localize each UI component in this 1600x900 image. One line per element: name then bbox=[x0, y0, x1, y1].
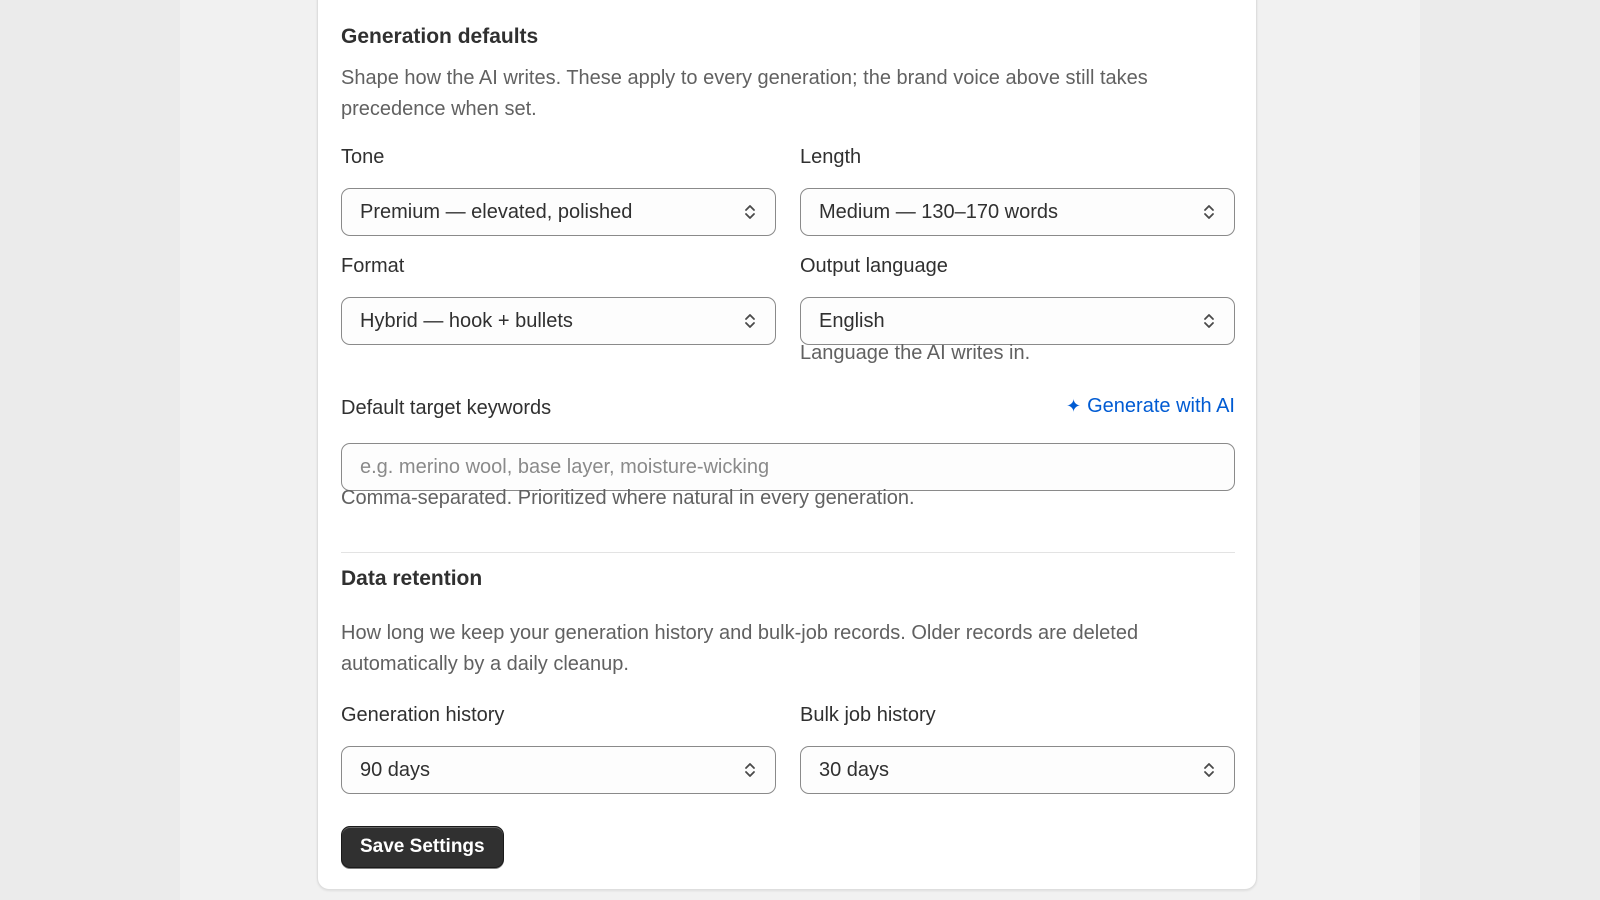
select-chevron-icon bbox=[745, 205, 755, 219]
select-chevron-icon bbox=[745, 763, 755, 777]
tone-select[interactable]: Premium — elevated, polished bbox=[341, 188, 776, 236]
keywords-input[interactable] bbox=[341, 443, 1235, 491]
tone-select-value: Premium — elevated, polished bbox=[360, 200, 633, 223]
output-language-select[interactable]: English bbox=[800, 297, 1235, 345]
section-title-generation-defaults: Generation defaults bbox=[341, 25, 539, 48]
select-chevron-icon bbox=[1204, 314, 1214, 328]
generation-history-label: Generation history bbox=[341, 704, 505, 726]
sparkle-icon: ✦ bbox=[1066, 396, 1082, 416]
section-title-data-retention: Data retention bbox=[341, 567, 483, 590]
generation-history-select[interactable]: 90 days bbox=[341, 746, 776, 794]
save-settings-button[interactable]: Save Settings bbox=[341, 826, 504, 868]
length-select[interactable]: Medium — 130–170 words bbox=[800, 188, 1235, 236]
settings-card: Generation defaults Shape how the AI wri… bbox=[317, 0, 1257, 890]
bulk-job-history-label: Bulk job history bbox=[800, 704, 936, 726]
keywords-label: Default target keywords bbox=[341, 397, 552, 419]
output-language-help-text: Language the AI writes in. bbox=[800, 342, 1031, 364]
output-language-label: Output language bbox=[800, 255, 948, 277]
format-label: Format bbox=[341, 255, 405, 277]
bulk-job-history-select[interactable]: 30 days bbox=[800, 746, 1235, 794]
bulk-job-history-select-value: 30 days bbox=[819, 758, 890, 781]
format-select-value: Hybrid — hook + bullets bbox=[360, 309, 573, 332]
select-chevron-icon bbox=[1204, 205, 1214, 219]
generate-with-ai-link[interactable]: ✦ Generate with AI bbox=[1066, 395, 1235, 418]
length-select-value: Medium — 130–170 words bbox=[819, 200, 1059, 223]
select-chevron-icon bbox=[745, 314, 755, 328]
format-select[interactable]: Hybrid — hook + bullets bbox=[341, 297, 776, 345]
section-description-generation-defaults: Shape how the AI writes. These apply to … bbox=[341, 67, 1148, 120]
generate-with-ai-label: Generate with AI bbox=[1087, 395, 1235, 417]
select-chevron-icon bbox=[1204, 763, 1214, 777]
generation-history-select-value: 90 days bbox=[360, 758, 431, 781]
section-description-data-retention: How long we keep your generation history… bbox=[341, 622, 1139, 675]
keywords-help-text: Comma-separated. Prioritized where natur… bbox=[341, 487, 915, 509]
tone-label: Tone bbox=[341, 146, 385, 168]
output-language-select-value: English bbox=[819, 309, 885, 332]
length-label: Length bbox=[800, 146, 862, 168]
section-divider bbox=[341, 552, 1235, 553]
